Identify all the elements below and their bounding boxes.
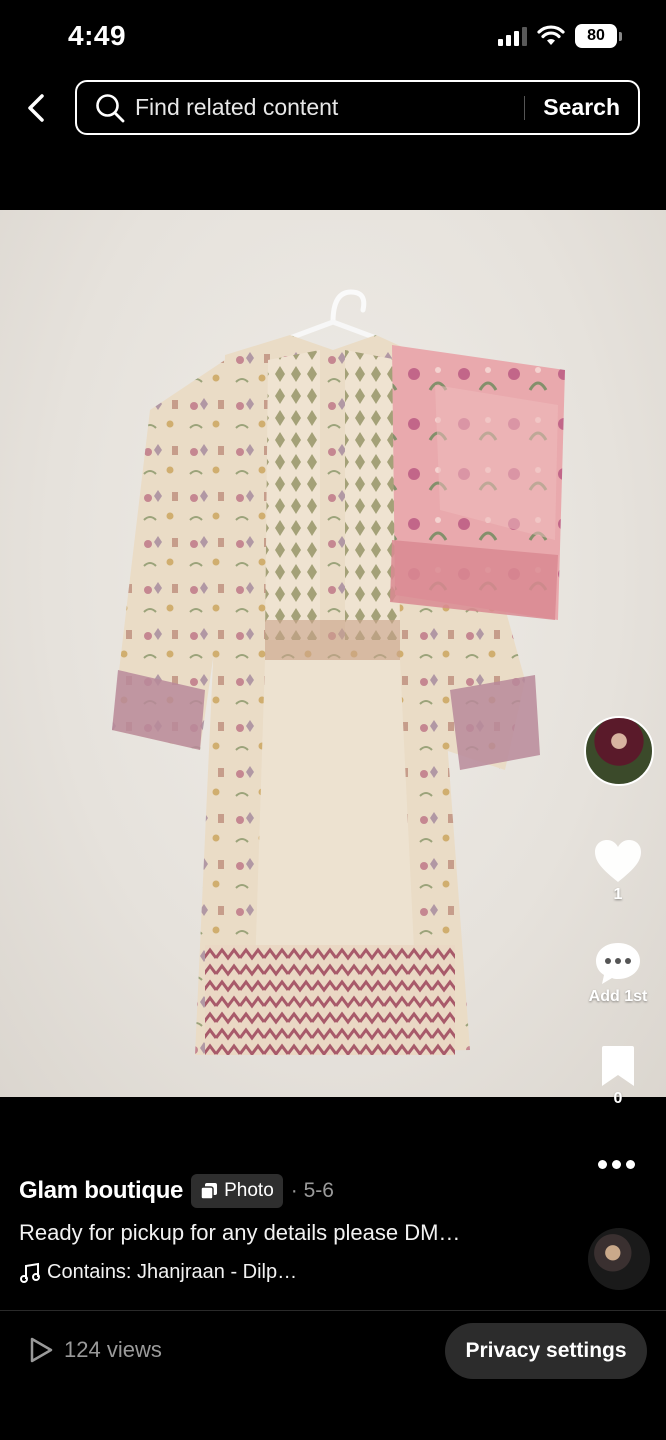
bookmark-icon xyxy=(602,1046,634,1086)
view-count: 124 views xyxy=(28,1336,162,1364)
author-name[interactable]: Glam boutique xyxy=(19,1177,183,1205)
creator-avatar[interactable] xyxy=(584,716,654,786)
music-title: Contains: Jhanjraan - Dilp… xyxy=(47,1261,298,1283)
comment-icon xyxy=(596,943,640,984)
search-input[interactable] xyxy=(135,94,525,121)
battery-icon: 80 xyxy=(575,24,622,48)
search-divider xyxy=(524,95,526,120)
view-count-label: 124 views xyxy=(64,1337,162,1362)
save-count: 0 xyxy=(613,1090,623,1107)
comment-button[interactable]: Add 1st xyxy=(578,940,658,1006)
battery-level: 80 xyxy=(575,24,617,48)
photo-badge-label: Photo xyxy=(224,1180,274,1201)
wifi-icon xyxy=(537,25,565,45)
play-icon xyxy=(30,1337,53,1363)
comment-count: Add 1st xyxy=(588,988,648,1005)
status-time: 4:49 xyxy=(68,20,127,51)
signal-icon xyxy=(498,26,527,46)
like-count: 1 xyxy=(613,886,623,903)
more-options-button[interactable] xyxy=(598,1160,635,1169)
photo-badge: Photo xyxy=(191,1174,283,1208)
back-icon xyxy=(28,94,44,122)
save-button[interactable]: 0 xyxy=(578,1044,658,1108)
privacy-settings-button[interactable]: Privacy settings xyxy=(445,1323,647,1379)
photo-icon xyxy=(200,1183,218,1200)
status-bar: 4:49 80 xyxy=(0,0,666,72)
search-bar[interactable]: Search xyxy=(75,80,640,135)
like-button[interactable]: 1 xyxy=(578,838,658,904)
author-row: Glam boutique Photo · 5-6 xyxy=(19,1174,334,1208)
dress-image xyxy=(112,289,565,1055)
back-button[interactable] xyxy=(18,88,54,128)
post-caption[interactable]: Ready for pickup for any details please … xyxy=(19,1220,460,1246)
music-info[interactable]: Contains: Jhanjraan - Dilp… xyxy=(19,1261,297,1284)
more-icon xyxy=(598,1160,607,1169)
divider xyxy=(0,1310,666,1311)
search-button[interactable]: Search xyxy=(543,94,620,121)
music-avatar[interactable] xyxy=(588,1228,650,1290)
post-date: · 5-6 xyxy=(290,1179,334,1202)
music-note-icon xyxy=(20,1262,40,1283)
search-icon xyxy=(95,93,125,123)
heart-icon xyxy=(595,840,641,882)
post-photo[interactable] xyxy=(0,210,666,1097)
status-icons: 80 xyxy=(498,24,622,48)
